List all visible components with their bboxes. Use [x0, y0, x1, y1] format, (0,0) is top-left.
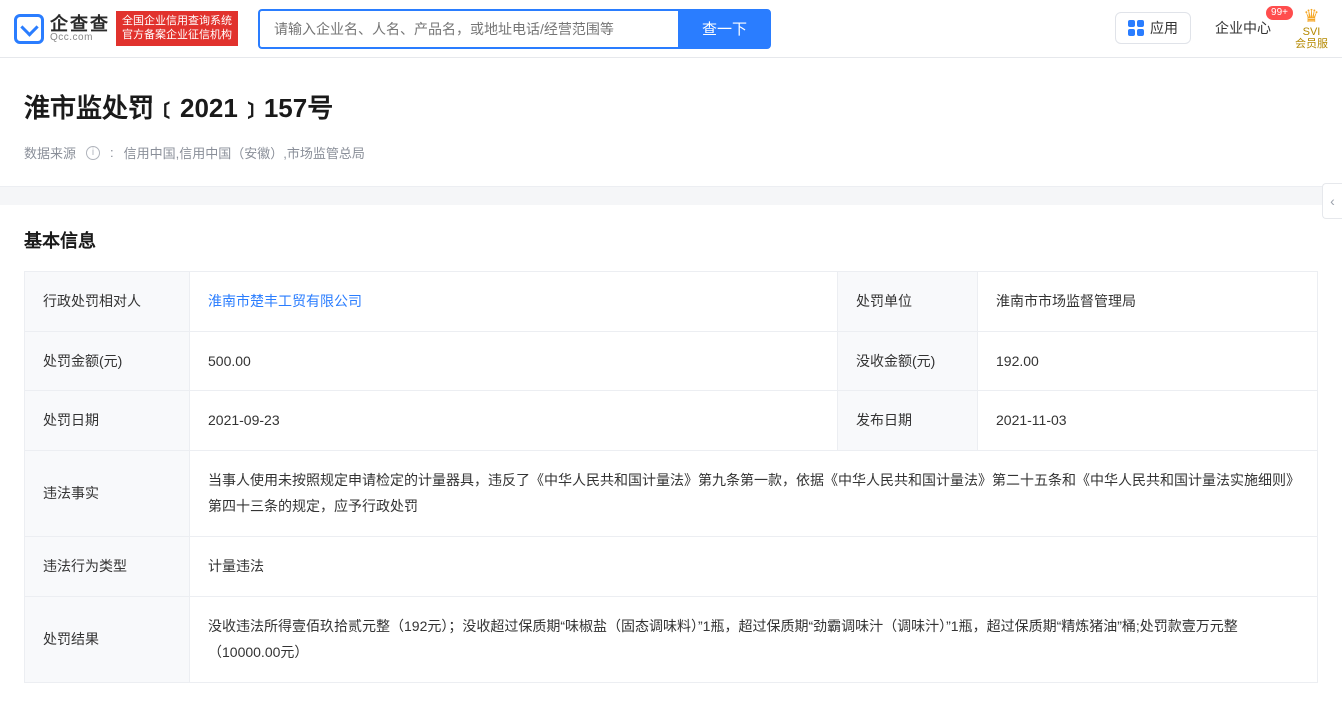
section-gap: ‹	[0, 187, 1342, 205]
top-right-nav: 应用 企业中心 99+ ♛ SVI 会员服	[1115, 7, 1328, 51]
top-bar: 企查查 Qcc.com 全国企业信用查询系统 官方备案企业征信机构 查一下 应用…	[0, 0, 1342, 58]
field-value-publish-date: 2021-11-03	[978, 391, 1318, 451]
logo-mark-icon	[14, 14, 44, 44]
chevron-left-icon: ‹	[1330, 193, 1335, 209]
logo-slogan-badge: 全国企业信用查询系统 官方备案企业征信机构	[116, 11, 238, 47]
table-row: 行政处罚相对人 淮南市楚丰工贸有限公司 处罚单位 淮南市市场监督管理局	[25, 272, 1318, 332]
table-row: 处罚金额(元) 500.00 没收金额(元) 192.00	[25, 331, 1318, 391]
field-label-type: 违法行为类型	[25, 536, 190, 596]
logo-cn: 企查查	[50, 15, 110, 33]
field-label-facts: 违法事实	[25, 450, 190, 536]
field-value-facts: 当事人使用未按照规定申请检定的计量器具，违反了《中华人民共和国计量法》第九条第一…	[190, 450, 1318, 536]
side-collapse-handle[interactable]: ‹	[1322, 183, 1342, 219]
crown-icon: ♛	[1303, 7, 1319, 27]
field-label-party: 行政处罚相对人	[25, 272, 190, 332]
data-source-label: 数据来源	[24, 143, 76, 162]
vip-line2: 会员服	[1295, 38, 1328, 50]
field-value-result: 没收违法所得壹佰玖拾贰元整（192元）；没收超过保质期“味椒盐（固态调味料）”1…	[190, 596, 1318, 682]
field-value-penalty-date: 2021-09-23	[190, 391, 838, 451]
vip-line1: SVI	[1303, 26, 1321, 38]
search-button[interactable]: 查一下	[678, 9, 771, 49]
field-value-authority: 淮南市市场监督管理局	[978, 272, 1318, 332]
field-label-fine: 处罚金额(元)	[25, 331, 190, 391]
table-row: 处罚结果 没收违法所得壹佰玖拾贰元整（192元）；没收超过保质期“味椒盐（固态调…	[25, 596, 1318, 682]
enterprise-center-label: 企业中心	[1215, 20, 1271, 36]
field-label-publish-date: 发布日期	[838, 391, 978, 451]
logo-en: Qcc.com	[50, 33, 110, 43]
logo-slogan-line2: 官方备案企业征信机构	[122, 29, 232, 43]
table-row: 违法事实 当事人使用未按照规定申请检定的计量器具，违反了《中华人民共和国计量法》…	[25, 450, 1318, 536]
table-row: 违法行为类型 计量违法	[25, 536, 1318, 596]
field-value-type: 计量违法	[190, 536, 1318, 596]
field-label-confiscate: 没收金额(元)	[838, 331, 978, 391]
page-title: 淮市监处罚﹝2021﹞157号	[24, 88, 1318, 125]
data-source-row: 数据来源 i : 信用中国,信用中国（安徽）,市场监管总局	[24, 143, 1318, 162]
apps-button[interactable]: 应用	[1115, 12, 1191, 44]
field-label-penalty-date: 处罚日期	[25, 391, 190, 451]
search-input[interactable]	[258, 9, 678, 49]
title-section: 淮市监处罚﹝2021﹞157号 数据来源 i : 信用中国,信用中国（安徽）,市…	[0, 58, 1342, 187]
apps-grid-icon	[1128, 20, 1144, 36]
field-label-result: 处罚结果	[25, 596, 190, 682]
basic-info-card: 基本信息 行政处罚相对人 淮南市楚丰工贸有限公司 处罚单位 淮南市市场监督管理局…	[0, 205, 1342, 723]
field-value-party: 淮南市楚丰工贸有限公司	[190, 272, 838, 332]
data-source-value: 信用中国,信用中国（安徽）,市场监管总局	[124, 143, 365, 162]
enterprise-center-link[interactable]: 企业中心 99+	[1215, 18, 1271, 38]
logo-text: 企查查 Qcc.com	[50, 15, 110, 43]
logo-slogan-line1: 全国企业信用查询系统	[122, 15, 232, 29]
field-label-authority: 处罚单位	[838, 272, 978, 332]
info-icon[interactable]: i	[86, 146, 100, 160]
table-row: 处罚日期 2021-09-23 发布日期 2021-11-03	[25, 391, 1318, 451]
company-link[interactable]: 淮南市楚丰工贸有限公司	[208, 293, 362, 309]
notification-badge: 99+	[1266, 6, 1293, 20]
section-title: 基本信息	[24, 227, 1318, 253]
apps-label: 应用	[1150, 18, 1178, 38]
site-logo[interactable]: 企查查 Qcc.com 全国企业信用查询系统 官方备案企业征信机构	[14, 11, 238, 47]
field-value-confiscate: 192.00	[978, 331, 1318, 391]
search-form: 查一下	[258, 9, 771, 49]
vip-entry[interactable]: ♛ SVI 会员服	[1295, 7, 1328, 51]
basic-info-table: 行政处罚相对人 淮南市楚丰工贸有限公司 处罚单位 淮南市市场监督管理局 处罚金额…	[24, 271, 1318, 683]
field-value-fine: 500.00	[190, 331, 838, 391]
